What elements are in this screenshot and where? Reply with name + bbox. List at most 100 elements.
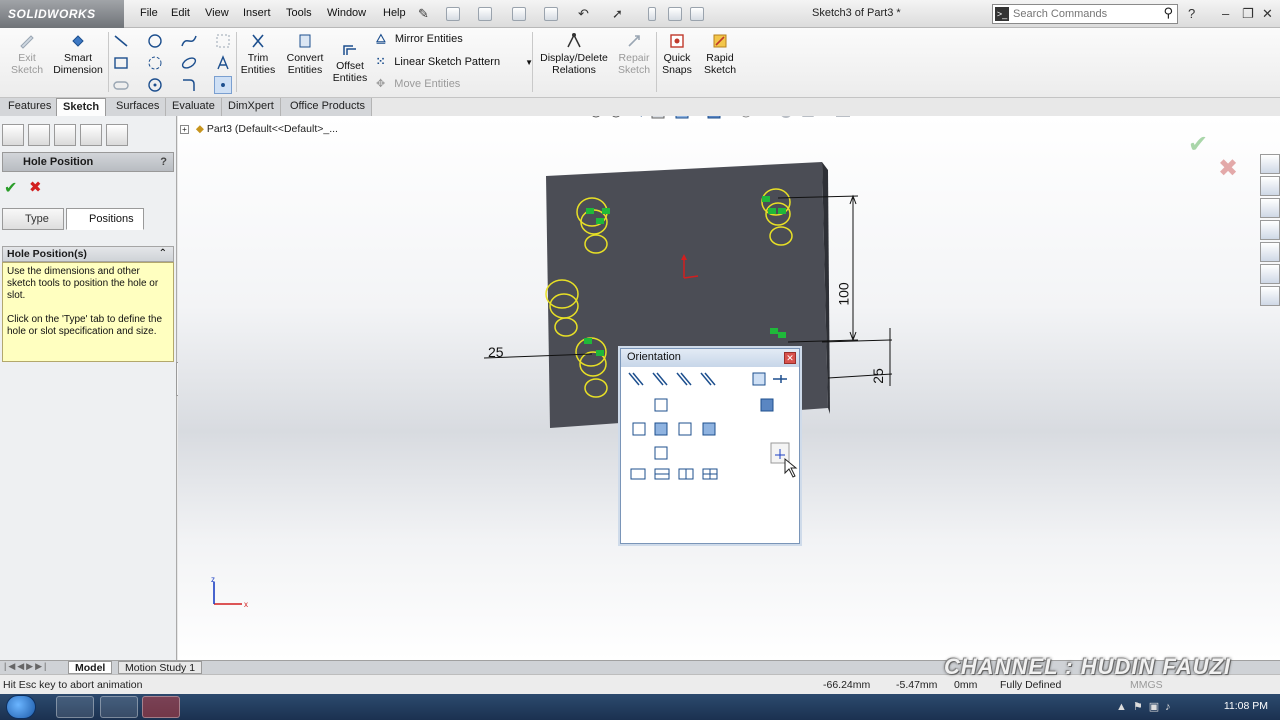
search-icon[interactable]: ⚲ xyxy=(1163,5,1173,21)
menu-edit[interactable]: Edit xyxy=(171,7,190,19)
close-icon[interactable]: ✕ xyxy=(1262,6,1273,22)
tab-model[interactable]: Model xyxy=(68,661,113,674)
configuration-manager-icon[interactable] xyxy=(54,124,76,146)
four-viewport-icon[interactable] xyxy=(702,468,718,480)
convert-entities-button[interactable]: Convert Entities xyxy=(282,32,328,76)
solidworks-logo[interactable]: SOLIDWORKS xyxy=(0,0,124,28)
system-tray-icons[interactable]: ▲⚑▣♪ xyxy=(1116,700,1177,713)
repair-sketch-button[interactable]: Repair Sketch xyxy=(616,32,652,76)
menu-help[interactable]: Help xyxy=(383,7,406,19)
ok-button[interactable]: ✔ xyxy=(4,178,17,198)
help-icon[interactable]: ? xyxy=(160,153,167,171)
restore-icon[interactable]: ❐ xyxy=(1242,6,1254,22)
quick-snaps-button[interactable]: Quick Snaps xyxy=(658,32,696,76)
smart-dimension-button[interactable]: Smart Dimension xyxy=(50,32,106,76)
feature-manager-icon[interactable] xyxy=(2,124,24,146)
left-view-icon[interactable] xyxy=(632,422,646,436)
arc-tool-icon[interactable] xyxy=(146,54,164,72)
two-viewport-horizontal-icon[interactable] xyxy=(654,468,670,480)
tab-positions[interactable]: Positions xyxy=(66,208,144,230)
collapse-chevron-icon[interactable]: ⌃ xyxy=(159,247,167,261)
view-selector-icon[interactable] xyxy=(652,372,668,386)
text-tool-icon[interactable] xyxy=(214,54,232,72)
tab-surfaces[interactable]: Surfaces xyxy=(110,98,167,116)
update-standard-views-icon[interactable] xyxy=(700,372,716,386)
view-cube-icon[interactable] xyxy=(752,372,766,386)
rebuild-icon[interactable] xyxy=(648,7,656,21)
dimension-vertical-100[interactable]: 100 xyxy=(836,282,852,305)
help-icon[interactable]: ? xyxy=(1188,6,1195,21)
trim-entities-button[interactable]: Trim Entities xyxy=(238,32,278,76)
dimension-horizontal-25[interactable]: 25 xyxy=(488,344,504,360)
isometric-view-icon[interactable] xyxy=(760,398,774,412)
line-tool-icon[interactable] xyxy=(112,32,130,50)
normal-to-icon[interactable] xyxy=(628,372,644,386)
cancel-button[interactable]: ✖ xyxy=(29,178,42,196)
solidworks-taskbar-icon[interactable] xyxy=(142,696,180,718)
tab-motion-study-1[interactable]: Motion Study 1 xyxy=(118,661,203,674)
pin-icon[interactable]: ✎ xyxy=(418,6,429,22)
menu-tools[interactable]: Tools xyxy=(286,7,312,19)
exit-sketch-button[interactable]: Exit Sketch xyxy=(8,32,46,76)
back-view-icon[interactable] xyxy=(702,422,716,436)
orientation-dialog-titlebar[interactable]: Orientation xyxy=(621,349,799,367)
chrome-taskbar-icon[interactable] xyxy=(100,696,138,718)
right-view-icon[interactable] xyxy=(678,422,692,436)
new-document-icon[interactable] xyxy=(446,7,460,21)
offset-entities-button[interactable]: Offset Entities xyxy=(330,40,370,84)
circle-tool-icon[interactable] xyxy=(146,32,164,50)
status-units[interactable]: MMGS xyxy=(1130,679,1163,691)
tab-office-products[interactable]: Office Products xyxy=(284,98,372,116)
tab-type[interactable]: Type xyxy=(2,208,64,230)
graphics-area[interactable]: + ◆ Part3 (Default<<Default>_... ⊡⊟⧉✕ ✔ … xyxy=(178,116,1280,660)
bottom-view-icon[interactable] xyxy=(654,446,668,460)
explorer-taskbar-icon[interactable] xyxy=(56,696,94,718)
fillet-tool-icon[interactable] xyxy=(180,76,198,94)
print-icon[interactable] xyxy=(544,7,558,21)
hole-positions-group-header[interactable]: Hole Position(s) ⌃ xyxy=(2,246,174,262)
two-viewport-vertical-icon[interactable] xyxy=(678,468,694,480)
menu-file[interactable]: File xyxy=(140,7,158,19)
pin-dialog-icon[interactable] xyxy=(773,375,787,383)
front-view-icon[interactable] xyxy=(654,422,668,436)
linear-sketch-pattern-button[interactable]: ⁙ Linear Sketch Pattern ▼ xyxy=(376,55,533,68)
move-entities-button[interactable]: ✥ Move Entities xyxy=(376,77,460,90)
menu-window[interactable]: Window xyxy=(327,7,366,19)
orientation-close-button[interactable]: ✕ xyxy=(784,352,796,364)
menu-insert[interactable]: Insert xyxy=(243,7,271,19)
file-properties-icon[interactable] xyxy=(668,7,682,21)
tab-scroll-arrows[interactable]: |◀◀▶▶| xyxy=(4,661,48,672)
property-manager-icon[interactable] xyxy=(28,124,50,146)
display-manager-icon[interactable] xyxy=(106,124,128,146)
options-icon[interactable] xyxy=(690,7,704,21)
tab-sketch[interactable]: Sketch xyxy=(56,98,107,116)
top-view-icon[interactable] xyxy=(654,398,668,412)
start-button[interactable] xyxy=(6,695,36,719)
menu-view[interactable]: View xyxy=(205,7,229,19)
ellipse-tool-icon[interactable] xyxy=(180,54,198,72)
search-input[interactable] xyxy=(1013,7,1153,21)
select-arrow-icon[interactable]: ➚ xyxy=(612,6,623,22)
dimension-vertical-25[interactable]: 25 xyxy=(870,368,886,384)
new-view-icon[interactable] xyxy=(676,372,692,386)
polygon-tool-icon[interactable] xyxy=(146,76,164,94)
mirror-entities-button[interactable]: ⧋ Mirror Entities xyxy=(376,33,463,46)
spline-tool-icon[interactable] xyxy=(180,32,198,50)
undo-icon[interactable]: ↶ xyxy=(578,6,589,22)
tab-dimxpert[interactable]: DimXpert xyxy=(222,98,281,116)
tab-evaluate[interactable]: Evaluate xyxy=(166,98,222,116)
slot-tool-icon[interactable] xyxy=(112,76,130,94)
taskbar-clock[interactable]: 11:08 PM xyxy=(1224,700,1268,712)
open-document-icon[interactable] xyxy=(478,7,492,21)
minimize-icon[interactable]: – xyxy=(1222,6,1229,21)
dimxpert-manager-icon[interactable] xyxy=(80,124,102,146)
single-viewport-icon[interactable] xyxy=(630,468,646,480)
display-delete-relations-button[interactable]: Display/Delete Relations xyxy=(536,32,612,76)
rectangle-tool-icon[interactable] xyxy=(112,54,130,72)
save-icon[interactable] xyxy=(512,7,526,21)
point-tool-icon[interactable] xyxy=(214,76,232,94)
search-commands-box[interactable]: >_ ⚲ xyxy=(992,4,1178,24)
tab-features[interactable]: Features xyxy=(2,98,59,116)
rapid-sketch-button[interactable]: Rapid Sketch xyxy=(700,32,740,76)
construction-geometry-icon[interactable] xyxy=(214,32,232,50)
